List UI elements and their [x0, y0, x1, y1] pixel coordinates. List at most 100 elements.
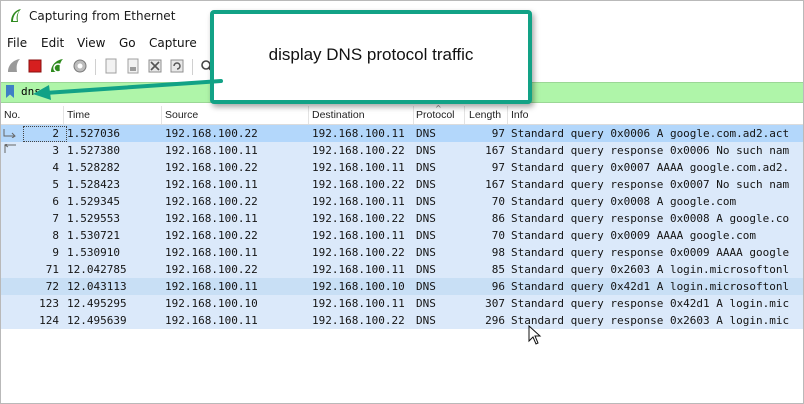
- packet-destination: 192.168.100.11: [312, 229, 405, 242]
- column-protocol[interactable]: Protocol: [416, 109, 455, 121]
- packet-row[interactable]: 2 1.527036 192.168.100.22 192.168.100.11…: [1, 125, 803, 142]
- menu-file[interactable]: File: [7, 36, 27, 50]
- packet-no: 124: [39, 314, 59, 327]
- save-file-icon[interactable]: [124, 57, 142, 75]
- packet-destination: 192.168.100.11: [312, 161, 405, 174]
- open-file-icon[interactable]: [102, 57, 120, 75]
- bookmark-icon[interactable]: [5, 85, 15, 99]
- packet-source: 192.168.100.11: [165, 178, 258, 191]
- close-file-icon[interactable]: [146, 57, 164, 75]
- packet-info: Standard query 0x0007 AAAA google.com.ad…: [511, 161, 790, 174]
- packet-row[interactable]: 5 1.528423 192.168.100.11 192.168.100.22…: [1, 176, 803, 193]
- packet-row[interactable]: 7 1.529553 192.168.100.11 192.168.100.22…: [1, 210, 803, 227]
- packet-destination: 192.168.100.22: [312, 246, 405, 259]
- packet-row[interactable]: 9 1.530910 192.168.100.11 192.168.100.22…: [1, 244, 803, 261]
- packet-time: 12.495295: [67, 297, 127, 310]
- packet-destination: 192.168.100.10: [312, 280, 405, 293]
- packet-no: 5: [52, 178, 59, 191]
- window-title: Capturing from Ethernet: [29, 9, 176, 23]
- packet-protocol: DNS: [416, 314, 436, 327]
- toolbar-separator: [95, 59, 96, 75]
- packet-destination: 192.168.100.22: [312, 314, 405, 327]
- shark-fin-icon: [11, 9, 21, 22]
- packet-no: 3: [52, 144, 59, 157]
- packet-row[interactable]: 72 12.043113 192.168.100.11 192.168.100.…: [1, 278, 803, 295]
- packet-info: Standard query response 0x42d1 A login.m…: [511, 297, 790, 310]
- packet-source: 192.168.100.22: [165, 195, 258, 208]
- packet-row[interactable]: 8 1.530721 192.168.100.22 192.168.100.11…: [1, 227, 803, 244]
- column-destination[interactable]: Destination: [312, 109, 365, 121]
- packet-row[interactable]: 4 1.528282 192.168.100.22 192.168.100.11…: [1, 159, 803, 176]
- packet-length: 167: [485, 144, 505, 157]
- packet-list-header: No. Time Source Destination ^ Protocol L…: [1, 104, 803, 125]
- packet-destination: 192.168.100.11: [312, 127, 405, 140]
- menu-capture[interactable]: Capture: [149, 36, 197, 50]
- packet-protocol: DNS: [416, 246, 436, 259]
- packet-info: Standard query response 0x0006 No such n…: [511, 144, 790, 157]
- packet-info: Standard query 0x0009 AAAA google.com: [511, 229, 757, 242]
- menu-view[interactable]: View: [77, 36, 105, 50]
- packet-time: 12.043113: [67, 280, 127, 293]
- column-no[interactable]: No.: [4, 109, 20, 121]
- packet-protocol: DNS: [416, 127, 436, 140]
- packet-destination: 192.168.100.11: [312, 195, 405, 208]
- packet-protocol: DNS: [416, 212, 436, 225]
- column-source[interactable]: Source: [165, 109, 198, 121]
- packet-no: 9: [52, 246, 59, 259]
- packet-time: 1.530910: [67, 246, 120, 259]
- packet-protocol: DNS: [416, 178, 436, 191]
- mouse-cursor-icon: [528, 325, 542, 345]
- column-divider: [308, 106, 309, 124]
- packet-no: 72: [45, 280, 59, 293]
- column-info[interactable]: Info: [511, 109, 529, 121]
- packet-source: 192.168.100.11: [165, 144, 258, 157]
- packet-time: 1.528423: [67, 178, 120, 191]
- packet-destination: 192.168.100.22: [312, 144, 405, 157]
- annotation-arrow-icon: [33, 79, 223, 100]
- packet-row[interactable]: 6 1.529345 192.168.100.22 192.168.100.11…: [1, 193, 803, 210]
- column-divider: [464, 106, 465, 124]
- column-time[interactable]: Time: [67, 109, 90, 121]
- packet-time: 1.527036: [67, 127, 120, 140]
- packet-source: 192.168.100.11: [165, 246, 258, 259]
- packet-no: 6: [52, 195, 59, 208]
- packet-time: 12.495639: [67, 314, 127, 327]
- packet-row[interactable]: 3 1.527380 192.168.100.11 192.168.100.22…: [1, 142, 803, 159]
- menu-edit[interactable]: Edit: [41, 36, 64, 50]
- column-divider: [507, 106, 508, 124]
- column-divider: [63, 106, 64, 124]
- packet-length: 296: [485, 314, 505, 327]
- packet-row[interactable]: 71 12.042785 192.168.100.22 192.168.100.…: [1, 261, 803, 278]
- packet-length: 307: [485, 297, 505, 310]
- packet-no: 123: [39, 297, 59, 310]
- packet-row[interactable]: 123 12.495295 192.168.100.10 192.168.100…: [1, 295, 803, 312]
- packet-protocol: DNS: [416, 280, 436, 293]
- packet-no: 4: [52, 161, 59, 174]
- column-length[interactable]: Length: [469, 109, 501, 121]
- packet-length: 70: [491, 195, 505, 208]
- packet-info: Standard query 0x42d1 A login.microsofto…: [511, 280, 790, 293]
- packet-length: 167: [485, 178, 505, 191]
- packet-info: Standard query response 0x0008 A google.…: [511, 212, 790, 225]
- packet-protocol: DNS: [416, 161, 436, 174]
- packet-source: 192.168.100.11: [165, 212, 258, 225]
- reload-icon[interactable]: [168, 57, 186, 75]
- shark-fin-start-icon[interactable]: [5, 57, 23, 75]
- toolbar-separator: [192, 59, 193, 75]
- packet-source: 192.168.100.22: [165, 263, 258, 276]
- packet-protocol: DNS: [416, 144, 436, 157]
- packet-info: Standard query 0x2603 A login.microsofto…: [511, 263, 790, 276]
- packet-info: Standard query 0x0006 A google.com.ad2.a…: [511, 127, 790, 140]
- menu-go[interactable]: Go: [119, 36, 136, 50]
- capture-options-icon[interactable]: [71, 57, 89, 75]
- packet-info: Standard query response 0x0007 No such n…: [511, 178, 790, 191]
- restart-capture-icon[interactable]: [48, 57, 66, 75]
- packet-length: 97: [491, 161, 505, 174]
- wireshark-window: Capturing from Ethernet File Edit View G…: [0, 0, 804, 404]
- packet-no: 71: [45, 263, 59, 276]
- packet-row[interactable]: 124 12.495639 192.168.100.11 192.168.100…: [1, 312, 803, 329]
- packet-no: 2: [52, 127, 59, 140]
- column-divider: [413, 106, 414, 124]
- stop-capture-icon[interactable]: [26, 57, 44, 75]
- packet-time: 1.527380: [67, 144, 120, 157]
